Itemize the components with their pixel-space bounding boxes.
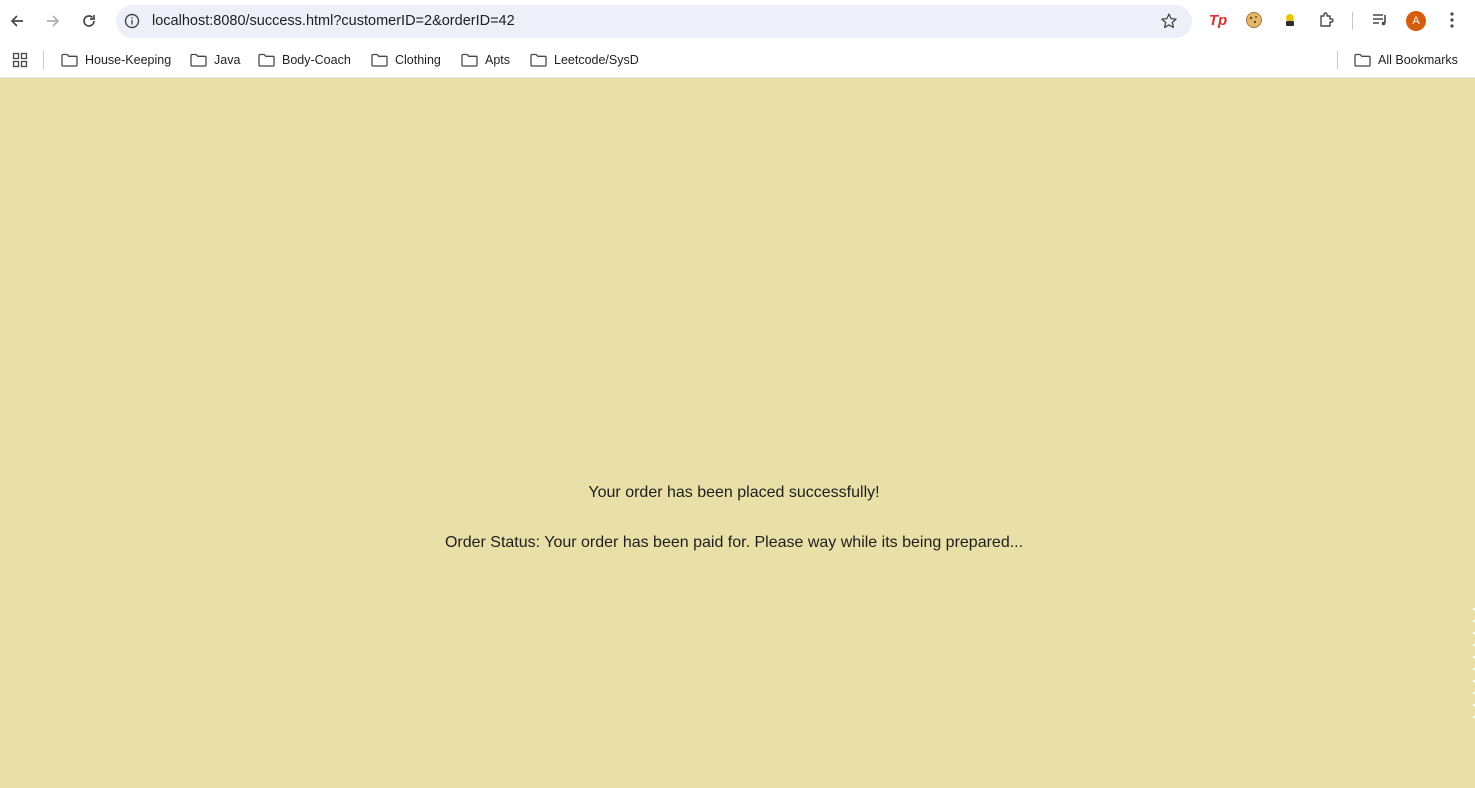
folder-icon	[461, 53, 478, 67]
bookmark-label: Apts	[485, 53, 511, 67]
bookmark-java[interactable]: Java	[190, 50, 240, 70]
bookmark-label: Body-Coach	[282, 53, 351, 67]
bookmark-label: Leetcode/SysD	[554, 53, 639, 67]
reload-button[interactable]	[75, 7, 103, 35]
bookmark-star-icon[interactable]	[1160, 12, 1178, 30]
url-text[interactable]: localhost:8080/success.html?customerID=2…	[152, 12, 515, 30]
apps-grid-button[interactable]	[12, 50, 28, 70]
profile-avatar[interactable]: A	[1406, 11, 1426, 31]
all-bookmarks-label: All Bookmarks	[1378, 53, 1458, 67]
bookmarks-divider	[1337, 51, 1338, 69]
bookmark-body-coach[interactable]: Body-Coach	[258, 50, 351, 70]
bookmarks-divider	[43, 51, 44, 69]
toolbar-divider	[1352, 12, 1353, 30]
reload-icon	[83, 15, 95, 27]
puzzle-extensions-icon[interactable]	[1316, 9, 1338, 31]
bookmark-label: Java	[214, 53, 241, 67]
bookmark-apts[interactable]: Apts	[461, 50, 510, 70]
apps-grid-icon	[12, 52, 28, 68]
tp-extension-icon[interactable]: Tp	[1207, 9, 1229, 31]
folder-icon	[258, 53, 275, 67]
address-bar[interactable]: localhost:8080/success.html?customerID=2…	[116, 5, 1192, 38]
folder-icon	[371, 53, 388, 67]
all-bookmarks-button[interactable]: All Bookmarks	[1354, 50, 1458, 70]
arrow-left-icon	[10, 15, 23, 27]
folder-icon	[61, 53, 78, 67]
folder-icon	[190, 53, 207, 67]
media-controls-icon[interactable]	[1369, 9, 1391, 31]
folder-icon	[530, 53, 547, 67]
browser-toolbar: localhost:8080/success.html?customerID=2…	[0, 0, 1475, 42]
kebab-menu-icon[interactable]	[1441, 9, 1463, 31]
order-status-text: Order Status: Your order has been paid f…	[444, 534, 1024, 551]
back-button[interactable]	[3, 7, 31, 35]
shield-extension-icon[interactable]	[1279, 9, 1301, 31]
bookmark-leetcode-sysd[interactable]: Leetcode/SysD	[530, 50, 639, 70]
folder-icon	[1354, 53, 1371, 67]
success-message: Your order has been placed successfully!	[588, 484, 880, 501]
cookie-extension-icon[interactable]	[1243, 9, 1265, 31]
site-info-icon[interactable]	[123, 12, 141, 30]
bookmarks-bar: House-Keeping Java Body-Coach Clothing A…	[0, 42, 1475, 78]
page-content: Your order has been placed successfully!…	[0, 78, 1475, 788]
bookmark-clothing[interactable]: Clothing	[371, 50, 441, 70]
forward-button[interactable]	[39, 7, 67, 35]
arrow-right-icon	[47, 15, 60, 27]
bookmark-label: Clothing	[395, 53, 441, 67]
bookmark-label: House-Keeping	[85, 53, 172, 67]
bookmark-house-keeping[interactable]: House-Keeping	[61, 50, 171, 70]
